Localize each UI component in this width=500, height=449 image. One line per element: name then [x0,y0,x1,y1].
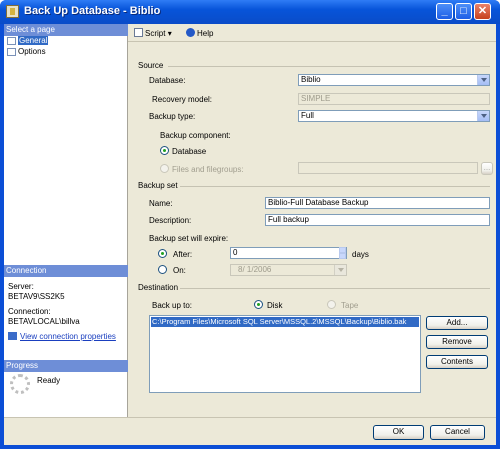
component-database-label: Database [172,147,207,156]
expire-on-radio[interactable] [158,265,167,274]
page-item-label: Options [18,47,46,56]
ok-button[interactable]: OK [373,425,424,440]
chevron-down-icon [477,75,489,85]
destination-group-header: Destination [138,283,179,292]
chevron-down-icon[interactable] [339,253,346,259]
chevron-down-icon: ▾ [167,29,172,38]
server-value: BETAV9\SS2K5 [8,292,65,301]
destination-list[interactable]: C:\Program Files\Microsoft SQL Server\MS… [149,315,421,393]
view-connection-properties[interactable]: View connection properties [8,332,116,342]
backup-type-select[interactable]: Full [298,110,490,122]
progress-spinner-icon [10,374,30,394]
chevron-down-icon [477,111,489,121]
recovery-model-label: Recovery model: [152,95,213,104]
view-connection-properties-link[interactable]: View connection properties [20,332,116,341]
component-files-label: Files and filegroups: [172,165,244,174]
page-icon [7,37,16,45]
database-icon [6,5,19,18]
backup-set-group-header: Backup set [138,181,178,190]
window-title: Back Up Database - Biblio [24,5,161,17]
description-input[interactable]: Full backup [265,214,490,226]
component-database-radio[interactable] [160,146,169,155]
connection-value: BETAVLOCAL\billva [8,317,80,326]
cancel-button[interactable]: Cancel [430,425,485,440]
server-label: Server: [8,282,34,291]
script-button[interactable]: Script ▾ [134,28,172,38]
left-panel: Select a page General Options Connection… [4,24,128,417]
footer-divider [4,417,496,418]
minimize-button[interactable]: _ [436,3,453,20]
help-button[interactable]: Help [186,28,213,38]
expire-after-radio[interactable] [158,249,167,258]
source-group-header: Source [138,61,164,70]
maximize-button[interactable]: □ [455,3,472,20]
progress-header: Progress [4,360,128,372]
backup-type-label: Backup type: [149,112,196,121]
page-icon [7,48,16,56]
backup-type-value: Full [301,111,314,120]
tape-label: Tape [341,301,359,310]
after-label: After: [173,250,193,259]
expire-date-picker[interactable]: 8/ 1/2006 [230,264,347,276]
divider [180,288,490,289]
back-up-to-label: Back up to: [152,301,193,310]
progress-status: Ready [37,376,61,385]
list-item[interactable]: C:\Program Files\Microsoft SQL Server\MS… [151,317,419,327]
expire-label: Backup set will expire: [149,234,229,243]
disk-label: Disk [267,301,283,310]
connection-label: Connection: [8,307,51,316]
database-select[interactable]: Biblio [298,74,490,86]
database-select-value: Biblio [301,75,321,84]
page-item-label: General [18,36,49,45]
remove-button[interactable]: Remove [426,335,488,349]
toolbar: Script ▾ Help [128,24,496,42]
backup-name-input[interactable]: Biblio-Full Database Backup [265,197,490,209]
page-item-general[interactable]: General [6,36,49,46]
help-icon [186,28,195,37]
expire-date-value: 8/ 1/2006 [238,265,272,274]
database-label: Database: [149,76,186,85]
title-bar[interactable]: Back Up Database - Biblio _ □ ✕ [0,0,500,24]
name-label: Name: [149,199,173,208]
contents-button[interactable]: Contents [426,355,488,369]
script-label: Script [145,29,166,38]
expire-days-input[interactable]: 0 [230,247,347,259]
script-icon [134,28,143,37]
chevron-down-icon [334,265,346,275]
browse-files-button[interactable]: ... [481,162,493,175]
destination-tape-radio[interactable] [327,300,336,309]
dialog-client-area: Select a page General Options Connection… [4,24,496,445]
backup-component-label: Backup component: [160,131,231,140]
days-label: days [352,250,369,259]
recovery-model-field: SIMPLE [298,93,490,105]
backup-dialog-window: Back Up Database - Biblio _ □ ✕ Select a… [0,0,500,449]
on-label: On: [173,266,186,275]
add-button[interactable]: Add... [426,316,488,330]
destination-disk-radio[interactable] [254,300,263,309]
properties-icon [8,332,17,340]
expire-days-stepper[interactable] [339,247,346,259]
component-files-radio[interactable] [160,164,169,173]
files-filegroups-field [298,162,478,174]
divider [180,186,490,187]
description-label: Description: [149,216,192,225]
connection-header: Connection [4,265,128,277]
page-item-options[interactable]: Options [6,47,46,57]
help-label: Help [197,29,214,38]
divider [168,66,490,67]
close-button[interactable]: ✕ [474,3,491,20]
select-page-header: Select a page [4,24,128,36]
